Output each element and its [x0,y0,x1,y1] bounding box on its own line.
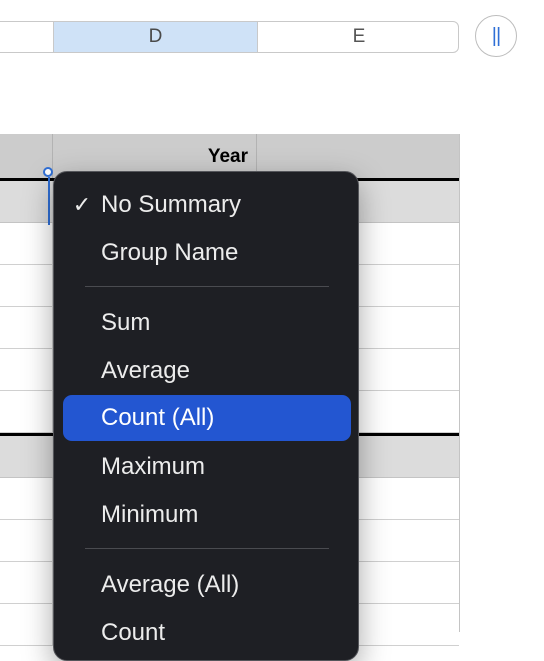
header-cell-year[interactable]: Year [208,146,248,168]
menu-separator [85,548,329,549]
column-header-bar: D E [0,21,459,53]
sidebar-toggle-button[interactable]: || [475,15,517,57]
menu-separator [85,286,329,287]
column-header-e[interactable]: E [258,22,458,52]
menu-item-no-summary[interactable]: ✓ No Summary [63,182,351,228]
menu-item-label: Sum [101,309,151,336]
sidebar-toggle-icon: || [491,24,501,47]
menu-item-label: No Summary [101,191,242,218]
menu-item-count[interactable]: Count [63,610,351,656]
menu-item-average-all[interactable]: Average (All) [63,562,351,608]
menu-item-label: Average [101,357,190,384]
checkmark-icon: ✓ [72,192,92,217]
menu-item-label: Group Name [101,239,239,266]
menu-item-label: Maximum [101,453,206,480]
selection-outline [48,177,50,225]
menu-item-average[interactable]: Average [63,348,351,394]
menu-item-minimum[interactable]: Minimum [63,492,351,538]
menu-item-label: Count (All) [101,404,215,431]
table-right-border [459,134,460,632]
menu-item-label: Count [101,619,166,646]
menu-item-group-name[interactable]: Group Name [63,230,351,276]
menu-item-count-all[interactable]: Count (All) [63,395,351,441]
summary-popup-menu: ✓ No Summary Group Name Sum Average Coun… [53,171,359,661]
menu-item-maximum[interactable]: Maximum [63,444,351,490]
menu-item-label: Average (All) [101,571,240,598]
column-header-d[interactable]: D [54,22,258,52]
menu-item-label: Minimum [101,501,199,528]
menu-item-sum[interactable]: Sum [63,300,351,346]
selection-handle[interactable] [43,167,53,177]
column-header-c[interactable] [0,22,54,52]
